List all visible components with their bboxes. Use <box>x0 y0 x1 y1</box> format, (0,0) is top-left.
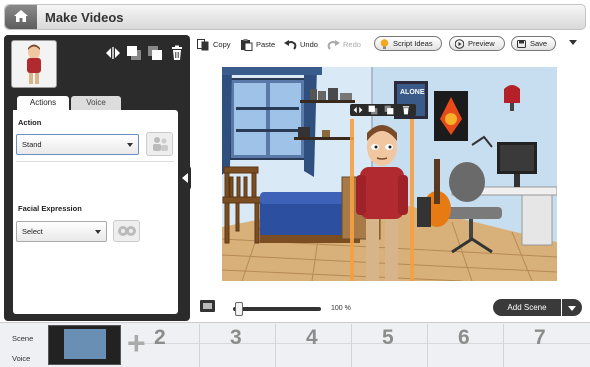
timeline-scene-number[interactable]: 7 <box>534 326 546 350</box>
divider <box>16 161 174 162</box>
stage-bottom-bar: 100 % Add Scene <box>195 296 585 318</box>
more-menu-chevron-icon[interactable] <box>569 40 577 45</box>
scene-1-thumbnail <box>64 329 106 359</box>
scene-background-icon[interactable] <box>200 300 215 312</box>
eyes-icon <box>118 226 136 236</box>
redo-icon <box>327 40 340 50</box>
bring-front-icon[interactable] <box>368 105 378 115</box>
people-icon <box>153 137 168 151</box>
save-button[interactable]: Save <box>511 36 556 51</box>
add-scene-menu-chevron-icon[interactable] <box>562 299 582 316</box>
collapse-panel-button[interactable] <box>179 166 191 190</box>
redo-label: Redo <box>343 40 361 49</box>
undo-button[interactable]: Undo <box>284 38 320 52</box>
action-label: Action <box>18 118 42 127</box>
timeline-scene-number[interactable]: 3 <box>230 326 242 350</box>
timeline-divider <box>503 324 504 367</box>
timeline-scene-number[interactable]: 4 <box>306 326 318 350</box>
timeline-voice-label: Voice <box>12 354 31 363</box>
redo-button[interactable]: Redo <box>327 38 363 52</box>
tab-actions[interactable]: Actions <box>17 96 69 110</box>
save-label: Save <box>530 39 548 48</box>
selection-toolbar <box>350 104 416 116</box>
copy-icon <box>197 39 209 51</box>
selected-character[interactable] <box>350 119 414 281</box>
timeline-divider <box>427 324 428 367</box>
home-button[interactable] <box>5 5 37 29</box>
flip-icon[interactable] <box>353 105 363 115</box>
zoom-level: 100 % <box>331 305 351 312</box>
send-back-icon[interactable] <box>147 45 163 61</box>
page-title: Make Videos <box>45 10 124 25</box>
action-browse-button[interactable] <box>146 132 173 156</box>
timeline-divider <box>351 324 352 367</box>
timeline-scene-1[interactable] <box>48 325 121 365</box>
trash-icon[interactable] <box>169 45 185 61</box>
flip-icon[interactable] <box>105 45 121 61</box>
undo-label: Undo <box>300 40 318 49</box>
copy-label: Copy <box>213 40 231 49</box>
undo-icon <box>284 40 297 50</box>
properties-panel: Action Stand Facial Expression Select <box>13 110 178 314</box>
facial-expression-label: Facial Expression <box>18 204 82 213</box>
action-select-value: Stand <box>22 140 42 149</box>
timeline-scene-number[interactable]: 5 <box>382 326 394 350</box>
chevron-down-icon <box>95 230 101 234</box>
character-thumbnail[interactable] <box>11 40 57 88</box>
paste-button[interactable]: Paste <box>240 38 278 52</box>
script-ideas-button[interactable]: Script Ideas <box>374 36 442 51</box>
preview-button[interactable]: Preview <box>449 36 505 51</box>
timeline-scene-number[interactable]: 6 <box>458 326 470 350</box>
facial-expression-value: Select <box>22 227 43 236</box>
paste-icon <box>241 39 253 51</box>
lightbulb-icon <box>380 39 389 49</box>
zoom-slider-handle[interactable] <box>235 302 243 316</box>
home-icon <box>14 10 28 22</box>
timeline-scene-label: Scene <box>12 334 34 343</box>
chevron-down-icon <box>127 143 133 147</box>
expression-browse-button[interactable] <box>113 220 140 242</box>
left-panel: Actions Voice Action Stand Facial Expres… <box>4 35 190 321</box>
poster-text: ALONE <box>400 89 425 96</box>
play-icon <box>455 39 464 49</box>
save-icon <box>517 40 526 48</box>
character-avatar-icon <box>27 44 41 84</box>
character-figure <box>356 125 408 281</box>
scene-stage[interactable]: ALONE <box>222 67 557 281</box>
script-ideas-label: Script Ideas <box>393 39 433 48</box>
add-scene-button[interactable]: Add Scene <box>493 299 561 316</box>
timeline: Scene Voice + 2 3 4 5 6 7 <box>0 322 590 367</box>
copy-button[interactable]: Copy <box>197 38 233 52</box>
action-select[interactable]: Stand <box>16 134 139 155</box>
preview-label: Preview <box>468 39 495 48</box>
app-window: Make Videos Actions Voice Action Stand F… <box>0 0 590 367</box>
timeline-divider <box>275 324 276 367</box>
timeline-divider <box>199 324 200 367</box>
zoom-slider[interactable] <box>233 307 321 311</box>
trash-icon[interactable] <box>401 105 411 115</box>
send-back-icon[interactable] <box>384 105 394 115</box>
title-bar: Make Videos <box>4 4 586 30</box>
paste-label: Paste <box>256 40 276 49</box>
facial-expression-select[interactable]: Select <box>16 221 107 242</box>
add-scene-plus-icon[interactable]: + <box>127 327 146 359</box>
timeline-scene-number[interactable]: 2 <box>154 326 166 350</box>
bring-front-icon[interactable] <box>126 45 142 61</box>
tab-voice[interactable]: Voice <box>71 96 121 110</box>
